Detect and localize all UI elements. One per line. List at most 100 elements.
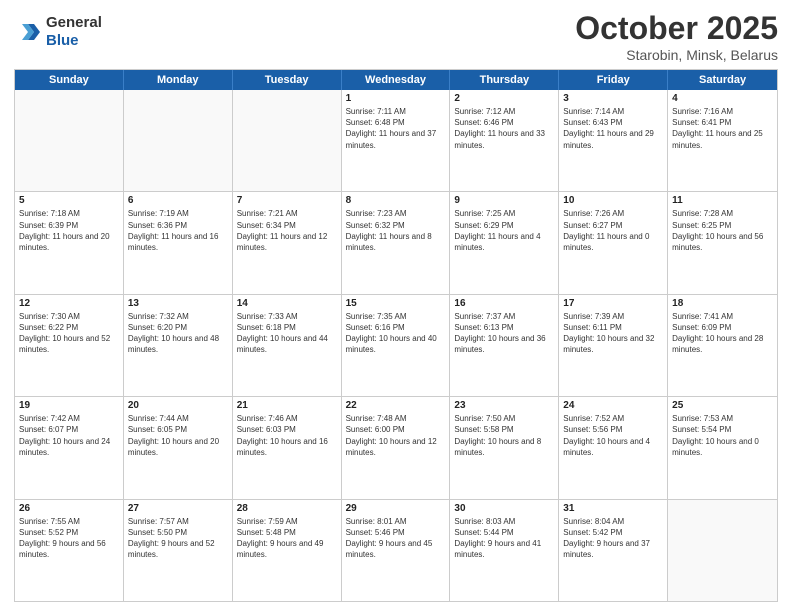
cell-date-number: 27 [128, 503, 228, 514]
cell-date-number: 5 [19, 195, 119, 206]
cell-info-text: Sunrise: 7:46 AM Sunset: 6:03 PM Dayligh… [237, 413, 337, 458]
calendar-cell: 25 Sunrise: 7:53 AM Sunset: 5:54 PM Dayli… [668, 397, 777, 498]
calendar-cell: 14 Sunrise: 7:33 AM Sunset: 6:18 PM Dayli… [233, 295, 342, 396]
cell-date-number: 8 [346, 195, 446, 206]
cell-info-text: Sunrise: 7:16 AM Sunset: 6:41 PM Dayligh… [672, 106, 773, 151]
calendar-cell: 3Sunrise: 7:14 AM Sunset: 6:43 PM Daylig… [559, 90, 668, 191]
calendar-cell: 13 Sunrise: 7:32 AM Sunset: 6:20 PM Dayli… [124, 295, 233, 396]
cell-date-number: 13 [128, 298, 228, 309]
calendar-cell: 19 Sunrise: 7:42 AM Sunset: 6:07 PM Dayli… [15, 397, 124, 498]
calendar-cell: 26 Sunrise: 7:55 AM Sunset: 5:52 PM Dayli… [15, 500, 124, 601]
cell-info-text: Sunrise: 7:19 AM Sunset: 6:36 PM Dayligh… [128, 208, 228, 253]
cell-date-number: 25 [672, 400, 773, 411]
cell-date-number: 18 [672, 298, 773, 309]
cell-info-text: Sunrise: 7:52 AM Sunset: 5:56 PM Dayligh… [563, 413, 663, 458]
cell-info-text: Sunrise: 7:37 AM Sunset: 6:13 PM Dayligh… [454, 311, 554, 356]
cell-date-number: 4 [672, 93, 773, 104]
cell-info-text: Sunrise: 7:57 AM Sunset: 5:50 PM Dayligh… [128, 516, 228, 561]
calendar-cell [15, 90, 124, 191]
cell-info-text: Sunrise: 7:21 AM Sunset: 6:34 PM Dayligh… [237, 208, 337, 253]
header: General Blue October 2025 Starobin, Mins… [14, 10, 778, 63]
logo-text: General Blue [46, 14, 102, 50]
cell-info-text: Sunrise: 7:48 AM Sunset: 6:00 PM Dayligh… [346, 413, 446, 458]
calendar-cell: 12Sunrise: 7:30 AM Sunset: 6:22 PM Dayli… [15, 295, 124, 396]
cell-date-number: 28 [237, 503, 337, 514]
cell-date-number: 29 [346, 503, 446, 514]
calendar-page: General Blue October 2025 Starobin, Mins… [0, 0, 792, 612]
cell-info-text: Sunrise: 7:39 AM Sunset: 6:11 PM Dayligh… [563, 311, 663, 356]
cell-date-number: 23 [454, 400, 554, 411]
day-header-thursday: Thursday [450, 70, 559, 90]
cell-info-text: Sunrise: 8:03 AM Sunset: 5:44 PM Dayligh… [454, 516, 554, 561]
cell-date-number: 17 [563, 298, 663, 309]
calendar-header: SundayMondayTuesdayWednesdayThursdayFrid… [15, 70, 777, 90]
cell-date-number: 10 [563, 195, 663, 206]
calendar-cell: 24 Sunrise: 7:52 AM Sunset: 5:56 PM Dayli… [559, 397, 668, 498]
cell-date-number: 24 [563, 400, 663, 411]
cell-info-text: Sunrise: 7:50 AM Sunset: 5:58 PM Dayligh… [454, 413, 554, 458]
cell-info-text: Sunrise: 7:18 AM Sunset: 6:39 PM Dayligh… [19, 208, 119, 253]
calendar: SundayMondayTuesdayWednesdayThursdayFrid… [14, 69, 778, 602]
logo-icon [14, 18, 42, 46]
cell-date-number: 20 [128, 400, 228, 411]
calendar-body: 1 Sunrise: 7:11 AM Sunset: 6:48 PM Daylig… [15, 90, 777, 601]
calendar-cell: 27 Sunrise: 7:57 AM Sunset: 5:50 PM Dayli… [124, 500, 233, 601]
cell-info-text: Sunrise: 7:53 AM Sunset: 5:54 PM Dayligh… [672, 413, 773, 458]
calendar-cell: 5 Sunrise: 7:18 AM Sunset: 6:39 PM Daylig… [15, 192, 124, 293]
calendar-cell: 31Sunrise: 8:04 AM Sunset: 5:42 PM Dayli… [559, 500, 668, 601]
cell-info-text: Sunrise: 7:25 AM Sunset: 6:29 PM Dayligh… [454, 208, 554, 253]
month-title: October 2025 [575, 10, 778, 47]
calendar-cell [233, 90, 342, 191]
cell-info-text: Sunrise: 7:11 AM Sunset: 6:48 PM Dayligh… [346, 106, 446, 151]
cell-info-text: Sunrise: 8:01 AM Sunset: 5:46 PM Dayligh… [346, 516, 446, 561]
calendar-cell: 2Sunrise: 7:12 AM Sunset: 6:46 PM Daylig… [450, 90, 559, 191]
calendar-cell: 16 Sunrise: 7:37 AM Sunset: 6:13 PM Dayli… [450, 295, 559, 396]
cell-date-number: 11 [672, 195, 773, 206]
logo: General Blue [14, 14, 102, 50]
cell-info-text: Sunrise: 7:26 AM Sunset: 6:27 PM Dayligh… [563, 208, 663, 253]
calendar-week-1: 5 Sunrise: 7:18 AM Sunset: 6:39 PM Daylig… [15, 192, 777, 294]
calendar-cell: 17 Sunrise: 7:39 AM Sunset: 6:11 PM Dayli… [559, 295, 668, 396]
cell-info-text: Sunrise: 7:55 AM Sunset: 5:52 PM Dayligh… [19, 516, 119, 561]
cell-info-text: Sunrise: 7:44 AM Sunset: 6:05 PM Dayligh… [128, 413, 228, 458]
cell-date-number: 7 [237, 195, 337, 206]
cell-date-number: 21 [237, 400, 337, 411]
location: Starobin, Minsk, Belarus [575, 47, 778, 63]
cell-info-text: Sunrise: 7:42 AM Sunset: 6:07 PM Dayligh… [19, 413, 119, 458]
calendar-cell: 11Sunrise: 7:28 AM Sunset: 6:25 PM Dayli… [668, 192, 777, 293]
cell-info-text: Sunrise: 7:33 AM Sunset: 6:18 PM Dayligh… [237, 311, 337, 356]
cell-date-number: 1 [346, 93, 446, 104]
cell-date-number: 31 [563, 503, 663, 514]
cell-date-number: 16 [454, 298, 554, 309]
calendar-cell: 30 Sunrise: 8:03 AM Sunset: 5:44 PM Dayli… [450, 500, 559, 601]
calendar-cell: 29 Sunrise: 8:01 AM Sunset: 5:46 PM Dayli… [342, 500, 451, 601]
calendar-cell: 10 Sunrise: 7:26 AM Sunset: 6:27 PM Dayli… [559, 192, 668, 293]
cell-date-number: 12 [19, 298, 119, 309]
cell-date-number: 19 [19, 400, 119, 411]
cell-date-number: 6 [128, 195, 228, 206]
cell-info-text: Sunrise: 7:32 AM Sunset: 6:20 PM Dayligh… [128, 311, 228, 356]
cell-info-text: Sunrise: 7:59 AM Sunset: 5:48 PM Dayligh… [237, 516, 337, 561]
calendar-cell: 9Sunrise: 7:25 AM Sunset: 6:29 PM Daylig… [450, 192, 559, 293]
cell-date-number: 30 [454, 503, 554, 514]
day-header-friday: Friday [559, 70, 668, 90]
calendar-cell: 18 Sunrise: 7:41 AM Sunset: 6:09 PM Dayli… [668, 295, 777, 396]
calendar-cell: 15Sunrise: 7:35 AM Sunset: 6:16 PM Dayli… [342, 295, 451, 396]
calendar-cell: 28 Sunrise: 7:59 AM Sunset: 5:48 PM Dayli… [233, 500, 342, 601]
cell-date-number: 26 [19, 503, 119, 514]
cell-info-text: Sunrise: 7:23 AM Sunset: 6:32 PM Dayligh… [346, 208, 446, 253]
cell-date-number: 14 [237, 298, 337, 309]
calendar-cell [668, 500, 777, 601]
cell-date-number: 2 [454, 93, 554, 104]
day-header-tuesday: Tuesday [233, 70, 342, 90]
calendar-cell: 20 Sunrise: 7:44 AM Sunset: 6:05 PM Dayli… [124, 397, 233, 498]
calendar-cell: 8 Sunrise: 7:23 AM Sunset: 6:32 PM Daylig… [342, 192, 451, 293]
calendar-week-3: 19 Sunrise: 7:42 AM Sunset: 6:07 PM Dayli… [15, 397, 777, 499]
calendar-week-4: 26 Sunrise: 7:55 AM Sunset: 5:52 PM Dayli… [15, 500, 777, 601]
cell-date-number: 3 [563, 93, 663, 104]
cell-info-text: Sunrise: 7:41 AM Sunset: 6:09 PM Dayligh… [672, 311, 773, 356]
calendar-week-2: 12Sunrise: 7:30 AM Sunset: 6:22 PM Dayli… [15, 295, 777, 397]
calendar-cell: 6 Sunrise: 7:19 AM Sunset: 6:36 PM Daylig… [124, 192, 233, 293]
day-header-monday: Monday [124, 70, 233, 90]
cell-date-number: 22 [346, 400, 446, 411]
